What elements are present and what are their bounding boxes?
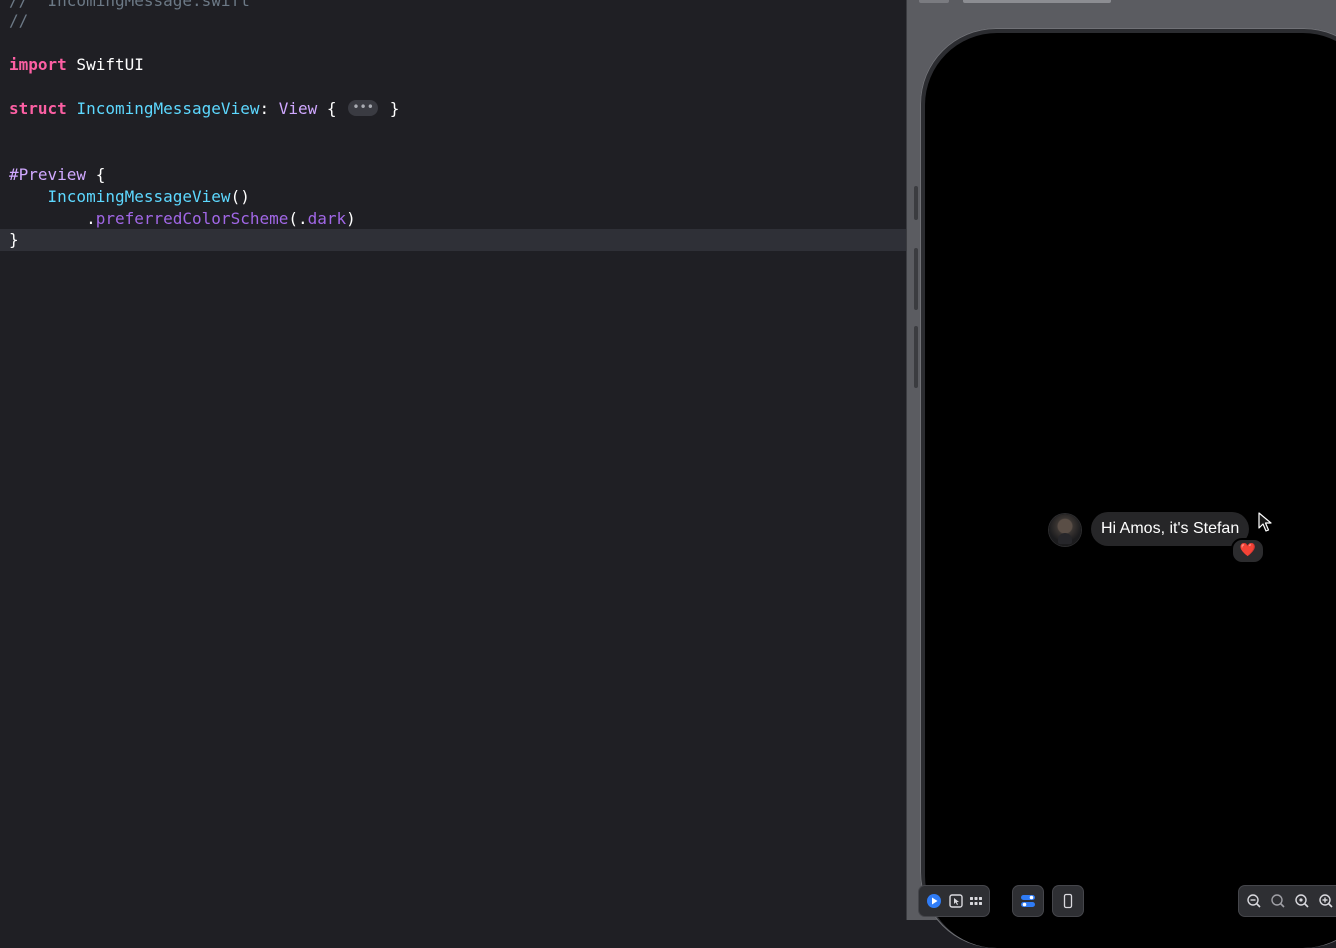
code-token: { (317, 99, 347, 118)
code-token: preferredColorScheme (95, 209, 289, 228)
preview-mode-group (919, 886, 989, 916)
code-line[interactable]: struct IncomingMessageView: View { ••• } (0, 98, 906, 120)
code-line[interactable]: import SwiftUI (0, 54, 906, 76)
device-side-button (914, 186, 918, 220)
device-volume-up (914, 248, 918, 310)
code-line-text: // (9, 10, 28, 32)
mouse-pointer-icon (1258, 512, 1272, 532)
iphone-icon[interactable] (1059, 892, 1077, 910)
canvas-tab-indicator (919, 0, 949, 3)
code-token: ) (346, 209, 356, 228)
zoom-fit-icon[interactable] (1269, 892, 1287, 910)
device-screen[interactable]: Hi Amos, it's Stefan ❤️ (925, 33, 1336, 948)
code-line-text: #Preview { (9, 164, 105, 186)
canvas-tab-indicator-active (963, 0, 1111, 3)
zoom-out-icon[interactable] (1245, 892, 1263, 910)
device-group (1053, 886, 1083, 916)
code-line[interactable] (0, 32, 906, 54)
code-line[interactable]: } (0, 229, 906, 251)
avatar (1049, 514, 1081, 546)
code-editor[interactable]: // IncomingMessage.swift// import SwiftUI… (0, 0, 906, 920)
code-line[interactable]: // (0, 10, 906, 32)
code-token: // IncomingMessage.swift (9, 0, 250, 10)
code-token: . (9, 209, 96, 228)
code-line[interactable] (0, 142, 906, 164)
code-line[interactable]: #Preview { (0, 164, 906, 186)
play-circle-icon[interactable] (925, 892, 943, 910)
iphone-device-frame: Hi Amos, it's Stefan ❤️ (920, 28, 1336, 948)
code-token: SwiftUI (66, 55, 144, 74)
preview-canvas: Hi Amos, it's Stefan ❤️ (906, 0, 1336, 948)
zoom-100-icon[interactable] (1293, 892, 1311, 910)
message-bubble: Hi Amos, it's Stefan (1091, 512, 1250, 546)
code-token: } (380, 99, 400, 118)
code-line-text: } (9, 229, 19, 251)
folded-code-ellipsis[interactable]: ••• (348, 99, 379, 116)
zoom-in-icon[interactable] (1317, 892, 1335, 910)
code-token: : (259, 99, 279, 118)
code-token: IncomingMessageView (47, 187, 231, 206)
code-token: import (9, 55, 67, 74)
grid-icon[interactable] (967, 892, 985, 910)
code-line-text: .preferredColorScheme(.dark) (9, 208, 356, 230)
toggle-settings-icon[interactable] (1019, 892, 1037, 910)
code-token: } (9, 230, 19, 249)
code-token: #Preview (9, 165, 87, 184)
code-token: dark (307, 209, 347, 228)
code-line-text: import SwiftUI (9, 54, 144, 76)
code-token: IncomingMessageView (76, 99, 260, 118)
zoom-group (1239, 886, 1336, 916)
code-line[interactable]: .preferredColorScheme(.dark) (0, 208, 906, 230)
code-token: (. (288, 209, 308, 228)
code-line[interactable] (0, 120, 906, 142)
device-volume-down (914, 326, 918, 388)
code-token: View (278, 99, 318, 118)
code-line[interactable]: IncomingMessageView() (0, 186, 906, 208)
cursor-select-icon[interactable] (947, 892, 965, 910)
code-token: { (86, 165, 106, 184)
code-token: // (9, 11, 29, 30)
code-line[interactable] (0, 76, 906, 98)
code-line-text: struct IncomingMessageView: View { ••• } (9, 98, 399, 120)
settings-group (1013, 886, 1043, 916)
heart-reaction: ❤️ (1231, 538, 1265, 564)
code-token: struct (9, 99, 67, 118)
code-token: () (230, 187, 250, 206)
code-line-text: IncomingMessageView() (9, 186, 250, 208)
